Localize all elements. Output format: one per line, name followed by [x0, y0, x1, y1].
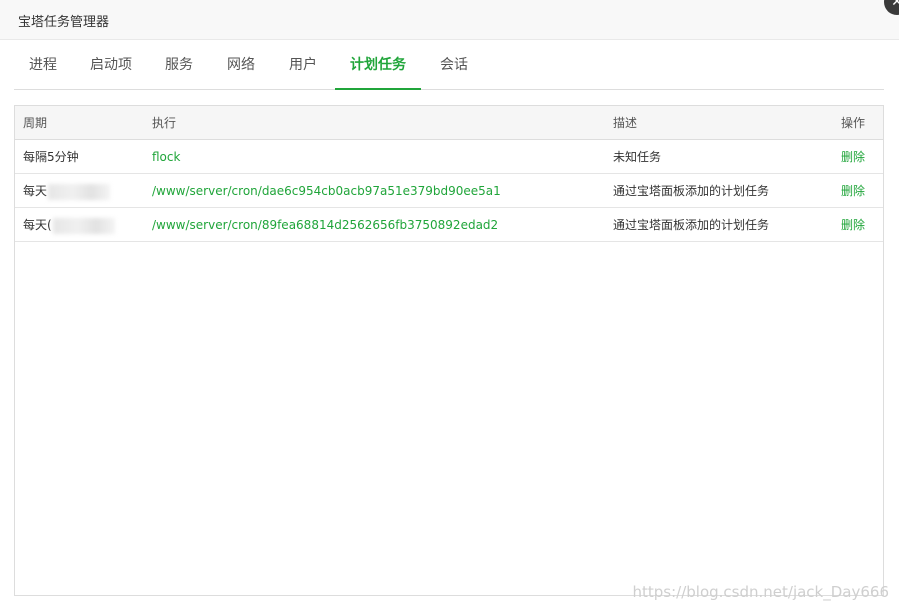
tab-scheduled-tasks[interactable]: 计划任务 [335, 40, 421, 90]
table-header: 周期 执行 描述 操作 [15, 106, 883, 140]
cell-exec-link[interactable]: flock [152, 140, 602, 174]
cell-desc: 通过宝塔面板添加的计划任务 [613, 184, 770, 198]
delete-button[interactable]: 删除 [841, 140, 881, 174]
tab-processes[interactable]: 进程 [28, 40, 58, 90]
window-title: 宝塔任务管理器 [18, 15, 110, 30]
redaction-blur [52, 217, 115, 234]
header-action: 操作 [841, 116, 866, 130]
header-exec: 执行 [152, 116, 177, 130]
tab-bar: 进程 启动项 服务 网络 用户 计划任务 会话 [14, 40, 884, 90]
table-row: 每隔5分钟 flock 未知任务 删除 [15, 140, 883, 174]
cell-desc: 通过宝塔面板添加的计划任务 [613, 218, 770, 232]
table-row: 每天 /www/server/cron/dae6c954cb0acb97a51e… [15, 174, 883, 208]
tab-startup[interactable]: 启动项 [89, 40, 133, 90]
tab-services[interactable]: 服务 [164, 40, 194, 90]
cell-exec-link[interactable]: /www/server/cron/89fea68814d2562656fb375… [152, 208, 602, 242]
cell-period: 每天( [23, 208, 143, 242]
cell-period: 每隔5分钟 [23, 150, 79, 164]
title-bar: 宝塔任务管理器 [0, 0, 899, 40]
tab-network[interactable]: 网络 [226, 40, 256, 90]
task-table: 周期 执行 描述 操作 每隔5分钟 flock 未知任务 删除 每天 /www/… [14, 105, 884, 596]
cell-period-text: 每天( [23, 218, 52, 232]
delete-button[interactable]: 删除 [841, 174, 881, 208]
tab-sessions[interactable]: 会话 [439, 40, 469, 90]
cell-period-text: 每天 [23, 184, 48, 198]
header-desc: 描述 [613, 116, 638, 130]
watermark: https://blog.csdn.net/jack_Day666 [632, 583, 890, 601]
tab-users[interactable]: 用户 [288, 40, 318, 90]
header-period: 周期 [23, 116, 48, 130]
delete-button[interactable]: 删除 [841, 208, 881, 242]
redaction-blur [48, 183, 111, 200]
cell-desc: 未知任务 [613, 150, 662, 164]
cell-period: 每天 [23, 174, 143, 208]
table-row: 每天( /www/server/cron/89fea68814d2562656f… [15, 208, 883, 242]
cell-exec-link[interactable]: /www/server/cron/dae6c954cb0acb97a51e379… [152, 174, 602, 208]
